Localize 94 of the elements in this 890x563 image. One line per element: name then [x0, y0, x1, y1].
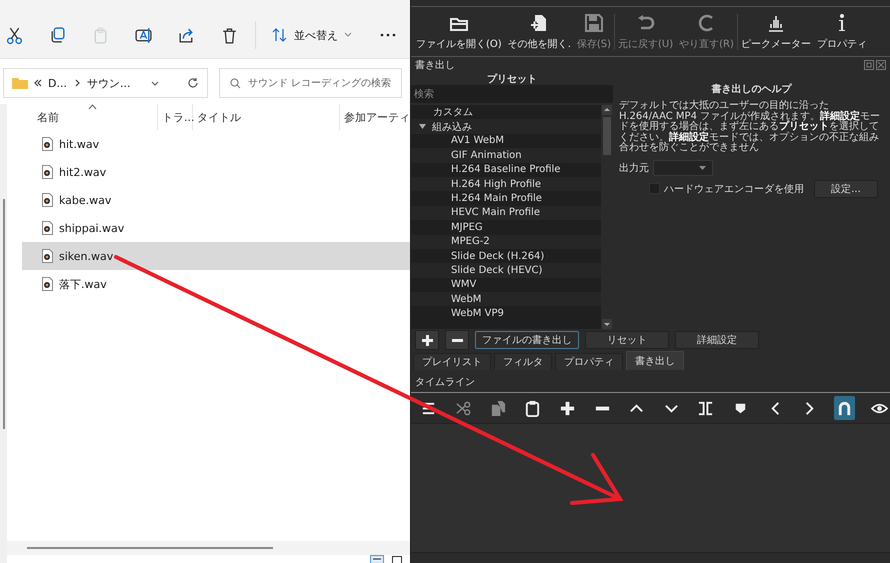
tiles-view-icon[interactable]	[390, 555, 404, 563]
help-heading: 書き出しのヘルプ	[710, 82, 793, 96]
plus-icon	[422, 334, 432, 346]
sort-button[interactable]: 並べ替え	[268, 24, 356, 46]
preset-item[interactable]: Slide Deck (H.264)	[411, 248, 601, 264]
file-row[interactable]: kabe.wav	[22, 186, 410, 214]
expand-triangle-icon[interactable]	[419, 124, 426, 130]
file-name: shippai.wav	[59, 222, 124, 234]
toolbar-button[interactable]: その他を開く.	[504, 12, 574, 50]
search-field[interactable]: サウンド レコーディングの検索	[219, 68, 402, 98]
chevron-icon	[72, 79, 81, 87]
timeline-tool-button[interactable]	[834, 396, 856, 420]
folder-icon	[12, 77, 28, 89]
preset-item[interactable]: MPEG-2	[411, 234, 601, 249]
preset-item[interactable]: カスタム	[411, 105, 601, 120]
double-chevron-icon[interactable]	[34, 79, 42, 87]
close-icon[interactable]	[876, 60, 886, 70]
action-button[interactable]: 詳細設定	[675, 331, 759, 349]
audio-file-icon	[42, 277, 53, 291]
cut-icon[interactable]	[5, 26, 24, 44]
details-view-icon[interactable]	[370, 555, 384, 563]
scrollbar[interactable]	[27, 547, 273, 549]
file-name: hit.wav	[59, 138, 100, 150]
file-name: kabe.wav	[59, 194, 112, 206]
search-input[interactable]: サウンド レコーディングの検索	[248, 78, 397, 88]
scroll-down-icon[interactable]	[602, 319, 612, 329]
search-icon	[230, 78, 241, 88]
preset-item[interactable]: GIF Animation	[411, 148, 601, 163]
column-header[interactable]: 参加アーティ	[340, 104, 410, 130]
presets-heading: プリセット	[486, 72, 538, 85]
audio-file-icon	[42, 137, 53, 151]
minus-icon	[594, 406, 611, 410]
undo-icon	[636, 12, 656, 32]
panel-tab[interactable]: 書き出し	[626, 351, 684, 370]
caret-icon	[344, 32, 352, 38]
checkbox-label: ハードウェアエンコーダを使用	[664, 182, 804, 196]
file-name: hit2.wav	[59, 166, 106, 178]
breadcrumb[interactable]: サウン...	[86, 76, 130, 90]
preset-item[interactable]: H.264 High Profile	[411, 176, 601, 192]
scrollbar[interactable]	[2, 199, 4, 429]
copy-icon	[490, 400, 507, 416]
panel-tab[interactable]: プロパティ	[555, 353, 623, 370]
preset-item[interactable]: WebM	[411, 292, 601, 306]
file-row[interactable]: shippai.wav	[22, 214, 410, 242]
toolbar-button[interactable]: プロパティ	[814, 12, 870, 50]
panel-title: タイムライン	[415, 376, 475, 389]
file-name: 落下.wav	[59, 276, 107, 292]
column-header[interactable]: 名前	[7, 104, 158, 130]
cut-icon	[454, 400, 472, 416]
address-bar[interactable]: D... サウン...	[3, 68, 208, 98]
file-row[interactable]: hit.wav	[22, 130, 410, 158]
paste-icon	[524, 400, 542, 416]
info-icon	[838, 12, 846, 32]
preset-item[interactable]: Slide Deck (HEVC)	[411, 263, 601, 278]
split-icon	[697, 400, 714, 416]
rename-icon[interactable]	[134, 26, 153, 44]
float-icon[interactable]	[864, 60, 874, 70]
toolbar-button[interactable]: ピークメーター	[738, 12, 814, 50]
delete-icon[interactable]	[220, 26, 239, 44]
caret-icon	[699, 166, 706, 170]
panel-title: 書き出し	[415, 58, 455, 72]
action-button[interactable]: ファイルの書き出し	[475, 331, 579, 349]
file-row[interactable]: hit2.wav	[22, 158, 410, 186]
preset-search-field[interactable]: 検索	[411, 85, 613, 103]
audio-file-icon	[42, 165, 53, 179]
remove-button[interactable]	[445, 330, 469, 350]
file-row[interactable]: siken.wav	[22, 242, 410, 270]
plus-icon	[558, 400, 576, 416]
dropdown-caret-icon[interactable]	[151, 79, 159, 87]
column-header[interactable]: トラ...	[158, 104, 193, 130]
preset-item[interactable]: HEVC Main Profile	[411, 206, 601, 220]
add-button[interactable]	[415, 330, 439, 350]
sort-caret-icon	[88, 104, 97, 110]
column-header[interactable]: タイトル	[193, 104, 340, 130]
magnet-icon	[836, 400, 853, 416]
breadcrumb[interactable]: D...	[48, 76, 67, 90]
source-label: 出力元	[619, 162, 649, 174]
panel-tab[interactable]: プレイリスト	[413, 353, 491, 370]
file-name: siken.wav	[59, 250, 114, 262]
settings-button[interactable]: 設定...	[814, 180, 878, 198]
panel-tab[interactable]: フィルタ	[494, 353, 552, 370]
audio-file-icon	[42, 249, 53, 263]
help-text: デフォルトでは大抵のユーザーの目的に沿った H.264/AAC MP4 ファイルが作成されます。詳細設定モードを使用する場合は、まず左にあるプリセットを選択してください。詳細設定モードでは、オプションの不正な組み合わせを防ぐことができません	[619, 101, 882, 154]
audio-file-icon	[42, 193, 53, 207]
refresh-icon[interactable]	[187, 77, 199, 89]
audio-file-icon	[42, 221, 53, 235]
scroll-up-icon[interactable]	[602, 105, 612, 115]
action-button[interactable]: リセット	[585, 331, 669, 349]
toolbar-button[interactable]: ファイルを開く(O)	[413, 12, 505, 50]
preset-group[interactable]: 組み込み	[411, 119, 601, 134]
more-icon[interactable]	[380, 33, 396, 37]
scrollbar-thumb[interactable]	[603, 117, 611, 155]
file-row[interactable]: 落下.wav	[22, 270, 410, 298]
sort-arrows-icon	[272, 28, 288, 42]
